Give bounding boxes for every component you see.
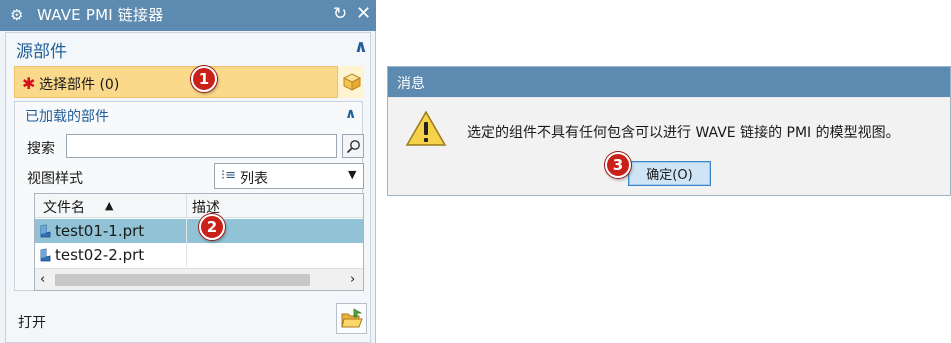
loaded-parts-section-header[interactable]: 已加载的部件 ∧ bbox=[15, 102, 379, 128]
magnifier-icon bbox=[346, 140, 360, 154]
dialog-title: WAVE PMI 链接器 bbox=[37, 6, 164, 24]
message-title-bar: 消息 bbox=[388, 67, 950, 97]
source-part-section-header[interactable]: 源部件 ∧ bbox=[6, 33, 370, 63]
table-row[interactable]: test02-2.prt bbox=[35, 243, 363, 267]
reset-icon[interactable]: ↻ bbox=[333, 5, 347, 24]
loaded-parts-section-title: 已加载的部件 bbox=[25, 109, 109, 125]
open-folder-icon bbox=[341, 308, 363, 328]
column-divider[interactable] bbox=[186, 194, 187, 218]
close-icon[interactable]: ✕ bbox=[356, 4, 371, 24]
search-label: 搜索 bbox=[27, 141, 55, 157]
scrollbar-thumb[interactable] bbox=[55, 274, 310, 286]
required-asterisk: ✱ bbox=[22, 74, 36, 93]
callout-badge-2: 2 bbox=[199, 214, 225, 240]
select-part-row[interactable]: ✱ 选择部件 (0) bbox=[14, 66, 364, 98]
callout-badge-3: 3 bbox=[605, 152, 631, 178]
ok-button[interactable]: 确定(O) bbox=[628, 161, 711, 186]
open-file-button[interactable] bbox=[336, 303, 367, 334]
view-style-value: 列表 bbox=[240, 171, 268, 187]
collapse-caret-icon[interactable]: ∧ bbox=[354, 37, 368, 57]
collapse-caret-icon[interactable]: ∧ bbox=[345, 106, 356, 122]
search-button[interactable] bbox=[342, 134, 364, 158]
warning-icon bbox=[405, 110, 447, 146]
callout-badge-1: 1 bbox=[191, 66, 217, 92]
message-title: 消息 bbox=[397, 76, 425, 92]
column-header-filename[interactable]: 文件名 bbox=[43, 197, 85, 217]
scroll-left-icon[interactable]: ‹ bbox=[40, 272, 45, 287]
loaded-parts-table: 文件名 ▲ 描述 test01-1.prt test02-2.prt ‹ › bbox=[34, 193, 364, 291]
part-cube-icon bbox=[342, 73, 362, 91]
gear-icon[interactable]: ⚙ bbox=[10, 6, 23, 24]
loaded-parts-group: 已加载的部件 ∧ 搜索 视图样式 ⁝≡ 列表 ▼ 文件名 ▲ 描述 test01… bbox=[14, 101, 364, 291]
search-input[interactable] bbox=[66, 134, 337, 158]
column-divider bbox=[186, 219, 187, 243]
dropdown-arrow-icon: ▼ bbox=[348, 168, 357, 181]
view-style-select[interactable]: ⁝≡ 列表 ▼ bbox=[214, 163, 364, 189]
dialog-body: 源部件 ∧ ✱ 选择部件 (0) 已加载的部件 ∧ 搜索 视图样式 ⁝≡ 列表 … bbox=[5, 32, 371, 343]
sort-ascending-icon: ▲ bbox=[105, 199, 114, 212]
file-name: test01-1.prt bbox=[55, 222, 145, 240]
part-file-icon bbox=[40, 248, 51, 262]
wave-pmi-linker-dialog: ⚙ WAVE PMI 链接器 ↻ ✕ 源部件 ∧ ✱ 选择部件 (0) 已加载的… bbox=[0, 0, 376, 343]
message-text: 选定的组件不具有任何包含可以进行 WAVE 链接的 PMI 的模型视图。 bbox=[467, 125, 900, 141]
open-label: 打开 bbox=[18, 315, 46, 331]
select-part-label: 选择部件 (0) bbox=[39, 77, 120, 93]
message-dialog: 消息 选定的组件不具有任何包含可以进行 WAVE 链接的 PMI 的模型视图。 … bbox=[387, 66, 951, 196]
list-icon: ⁝≡ bbox=[221, 168, 237, 183]
table-header: 文件名 ▲ 描述 bbox=[35, 194, 363, 218]
dialog-title-bar: ⚙ WAVE PMI 链接器 ↻ ✕ bbox=[0, 0, 376, 31]
view-style-label: 视图样式 bbox=[27, 171, 83, 187]
horizontal-scrollbar[interactable]: ‹ › bbox=[35, 268, 363, 290]
column-divider bbox=[186, 243, 187, 267]
file-name: test02-2.prt bbox=[55, 246, 145, 264]
part-file-icon bbox=[40, 224, 51, 238]
select-part-button[interactable] bbox=[337, 66, 364, 98]
message-body: 选定的组件不具有任何包含可以进行 WAVE 链接的 PMI 的模型视图。 确定(… bbox=[388, 98, 950, 195]
scroll-right-icon[interactable]: › bbox=[350, 272, 355, 287]
source-part-section-title: 源部件 bbox=[16, 42, 67, 62]
